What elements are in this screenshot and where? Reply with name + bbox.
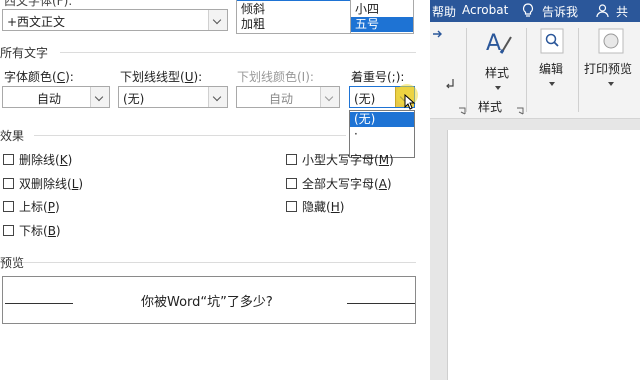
preview-baseline-right: [347, 303, 415, 304]
edit-label: 编辑: [539, 62, 564, 76]
chevron-down-icon[interactable]: [208, 87, 227, 107]
subscript-checkbox[interactable]: 下标(B): [3, 222, 61, 239]
checkbox-box[interactable]: [3, 225, 14, 236]
underline-style-select[interactable]: (无): [118, 86, 228, 108]
western-font-value: +西文正文: [7, 15, 66, 29]
font-color-select[interactable]: 自动: [2, 86, 110, 108]
group-divider: [578, 28, 579, 112]
underline-color-label: 下划线颜色(I):: [237, 70, 314, 84]
font-size-list[interactable]: 小四 五号: [350, 0, 414, 34]
emphasis-mark-label: 着重号(;):: [351, 70, 405, 84]
tab-help[interactable]: 帮助: [432, 3, 456, 20]
western-font-select[interactable]: +西文正文: [2, 9, 228, 31]
superscript-checkbox[interactable]: 上标(P): [3, 198, 60, 215]
checkbox-box[interactable]: [3, 201, 14, 212]
sort-arrow-icon[interactable]: [444, 78, 456, 93]
checkbox-box[interactable]: [3, 178, 14, 189]
hidden-checkbox[interactable]: 隐藏(H): [286, 198, 344, 215]
preview-text: 你被Word“坑”了多少?: [141, 295, 273, 310]
checkbox-label: 双删除线(L): [19, 177, 84, 191]
edit-button[interactable]: 编辑: [530, 26, 574, 96]
chevron-down-icon: [495, 86, 501, 90]
strikethrough-checkbox[interactable]: 删除线(K): [3, 151, 72, 168]
styles-icon: A: [484, 28, 514, 61]
preview-box: 你被Word“坑”了多少?: [2, 276, 416, 324]
checkbox-box[interactable]: [3, 154, 14, 165]
western-font-label: 西文字体(F):: [4, 0, 73, 8]
underline-color-value: 自动: [269, 92, 294, 106]
group-divider: [466, 28, 467, 112]
checkbox-box[interactable]: [286, 178, 297, 189]
font-dialog: 西文字体(F): +西文正文 倾斜 加粗 小四 五号 所有文字 字体颜色(C):…: [0, 0, 430, 380]
section-all-text: 所有文字: [0, 46, 49, 60]
section-effects: 效果: [0, 129, 25, 143]
chevron-down-icon: [549, 82, 555, 86]
section-divider: [22, 262, 416, 263]
chevron-down-icon[interactable]: [208, 10, 227, 30]
chevron-down-icon: [320, 87, 339, 107]
checkbox-label: 删除线(K): [19, 153, 73, 167]
print-preview-label: 打印预览: [584, 62, 633, 76]
section-divider: [34, 135, 346, 136]
chevron-down-icon: [608, 82, 614, 86]
checkbox-label: 全部大写字母(A): [302, 177, 392, 191]
all-caps-checkbox[interactable]: 全部大写字母(A): [286, 175, 392, 192]
font-size-option-selected[interactable]: 五号: [351, 17, 413, 32]
share-button[interactable]: 共: [616, 3, 628, 20]
underline-style-label: 下划线线型(U):: [120, 70, 203, 84]
styles-dialog-launcher-icon[interactable]: [516, 104, 524, 118]
font-color-label: 字体颜色(C):: [4, 70, 74, 84]
checkbox-box[interactable]: [286, 154, 297, 165]
tell-me-search[interactable]: 告诉我: [542, 3, 578, 20]
section-preview: 预览: [0, 256, 25, 270]
search-icon: [540, 28, 564, 57]
paragraph-dialog-launcher-icon[interactable]: [458, 104, 466, 118]
font-color-value: 自动: [37, 92, 62, 106]
share-person-icon[interactable]: [596, 4, 609, 21]
checkbox-label: 上标(P): [19, 200, 60, 214]
styles-button[interactable]: A 样式: [476, 26, 520, 96]
preview-baseline-left: [5, 303, 73, 304]
lightbulb-icon: [522, 3, 534, 21]
emphasis-option[interactable]: ·: [350, 127, 414, 142]
checkbox-label: 下标(B): [19, 224, 61, 238]
section-divider: [60, 52, 416, 53]
checkbox-label: 小型大写字母(M): [302, 153, 394, 167]
chevron-down-icon[interactable]: [90, 87, 109, 107]
checkbox-label: 隐藏(H): [302, 200, 345, 214]
emphasis-option-selected[interactable]: (无): [350, 112, 414, 127]
small-caps-checkbox[interactable]: 小型大写字母(M): [286, 151, 394, 168]
styles-label: 样式: [485, 66, 510, 80]
tab-acrobat[interactable]: Acrobat: [462, 3, 508, 17]
print-preview-icon: [598, 28, 624, 57]
double-strikethrough-checkbox[interactable]: 双删除线(L): [3, 175, 83, 192]
indent-arrow-icon[interactable]: [432, 28, 444, 42]
checkbox-box[interactable]: [286, 201, 297, 212]
underline-style-value: (无): [123, 92, 145, 106]
emphasis-mark-value: (无): [354, 92, 376, 106]
document-page[interactable]: [447, 130, 640, 380]
ribbon: A 样式 样式 编辑 打印预览: [430, 22, 640, 119]
group-divider: [526, 28, 527, 112]
ribbon-tab-bar: 帮助 Acrobat 告诉我 共: [430, 0, 640, 22]
styles-group-label: 样式: [478, 100, 503, 114]
print-preview-button[interactable]: 打印预览: [582, 26, 640, 96]
underline-color-select: 自动: [236, 86, 340, 108]
svg-text:A: A: [486, 31, 501, 56]
font-size-option[interactable]: 小四: [351, 2, 413, 17]
